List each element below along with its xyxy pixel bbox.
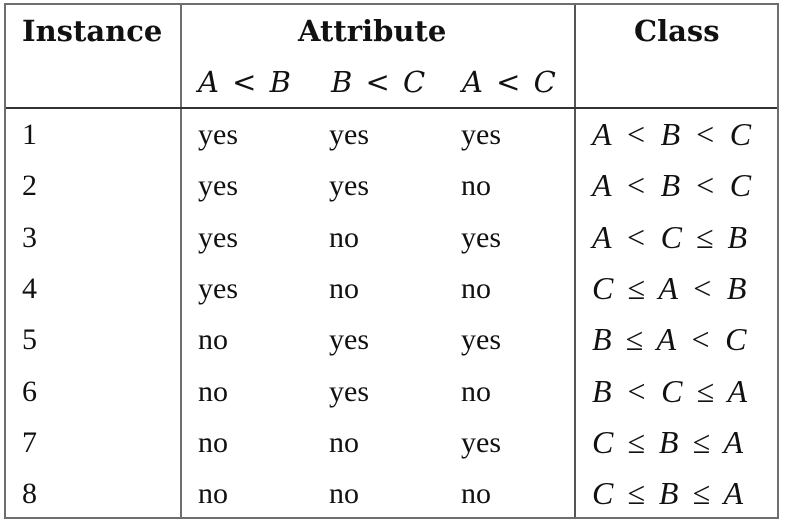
- instance-cell: 5: [22, 323, 37, 357]
- class-cell: A < B < C: [592, 116, 752, 152]
- attribute-cell: yes: [198, 271, 238, 305]
- attribute-cell: yes: [461, 118, 501, 151]
- header-divider: [6, 107, 777, 109]
- attribute-cell: yes: [198, 220, 238, 254]
- instance-cell: 1: [22, 118, 37, 151]
- attribute-cell: no: [461, 169, 491, 203]
- instance-cell: 7: [22, 425, 37, 459]
- attribute-cell: no: [329, 271, 359, 305]
- attribute-cell: no: [461, 271, 491, 305]
- attribute-cell: no: [329, 477, 359, 511]
- instance-cell: 2: [22, 169, 37, 203]
- subheader-b-lt-c: B < C: [331, 65, 426, 99]
- class-cell: A < C ≤ B: [592, 218, 748, 255]
- attribute-cell: no: [198, 323, 228, 357]
- attribute-cell: yes: [461, 323, 501, 357]
- class-cell: C ≤ A < B: [592, 269, 747, 306]
- attribute-cell: no: [198, 425, 228, 459]
- data-table: Instance Attribute Class A < B B < C A <…: [4, 3, 779, 519]
- header-attribute: Attribute: [298, 14, 447, 48]
- instance-cell: 8: [22, 477, 37, 511]
- attribute-cell: yes: [198, 118, 238, 151]
- class-cell: B < C ≤ A: [592, 372, 748, 409]
- column-divider: [574, 5, 576, 517]
- class-cell: C ≤ B ≤ A: [592, 423, 743, 460]
- attribute-cell: no: [198, 477, 228, 511]
- attribute-cell: yes: [461, 220, 501, 254]
- header-instance: Instance: [22, 14, 163, 48]
- attribute-cell: yes: [329, 169, 369, 203]
- attribute-cell: yes: [329, 323, 369, 357]
- header-class: Class: [634, 14, 720, 48]
- attribute-cell: yes: [198, 169, 238, 203]
- attribute-cell: yes: [461, 425, 501, 459]
- attribute-cell: no: [329, 220, 359, 254]
- instance-cell: 6: [22, 374, 37, 408]
- attribute-cell: no: [461, 477, 491, 511]
- attribute-cell: no: [198, 374, 228, 408]
- column-divider: [180, 5, 182, 517]
- attribute-cell: no: [329, 425, 359, 459]
- instance-cell: 3: [22, 220, 37, 254]
- subheader-a-lt-c: A < C: [462, 65, 556, 99]
- attribute-cell: yes: [329, 374, 369, 408]
- class-cell: B ≤ A < C: [592, 321, 747, 358]
- subheader-a-lt-b: A < B: [198, 65, 291, 99]
- attribute-cell: yes: [329, 118, 369, 151]
- class-cell: A < B < C: [592, 167, 752, 204]
- class-cell: C ≤ B ≤ A: [592, 475, 743, 512]
- instance-cell: 4: [22, 271, 37, 305]
- attribute-cell: no: [461, 374, 491, 408]
